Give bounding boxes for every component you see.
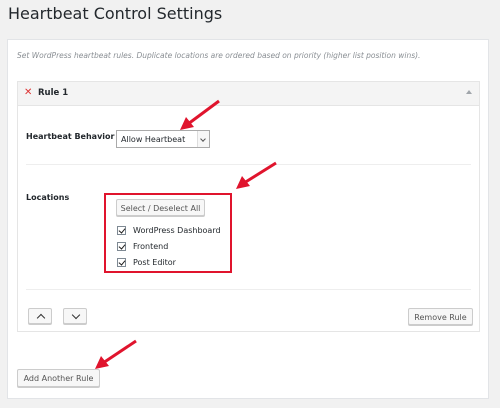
- page-title: Heartbeat Control Settings: [8, 4, 223, 23]
- settings-panel: Set WordPress heartbeat rules. Duplicate…: [7, 39, 489, 399]
- collapse-caret-icon[interactable]: [466, 90, 472, 94]
- chevron-down-icon: [71, 310, 81, 320]
- locations-label: Locations: [26, 193, 70, 202]
- move-down-button[interactable]: [63, 308, 87, 324]
- dropdown-arrow-icon[interactable]: [197, 131, 209, 147]
- close-icon[interactable]: ✕: [24, 87, 32, 98]
- heartbeat-behavior-select[interactable]: Allow Heartbeat: [116, 130, 210, 148]
- heartbeat-behavior-label: Heartbeat Behavior: [26, 132, 115, 141]
- remove-rule-label: Remove Rule: [414, 313, 467, 322]
- move-up-button[interactable]: [28, 308, 52, 324]
- rule-title: Rule 1: [38, 88, 69, 98]
- divider: [26, 289, 471, 290]
- remove-rule-button[interactable]: Remove Rule: [408, 308, 473, 325]
- page-description: Set WordPress heartbeat rules. Duplicate…: [17, 51, 421, 60]
- heartbeat-behavior-value: Allow Heartbeat: [121, 135, 186, 144]
- add-another-rule-button[interactable]: Add Another Rule: [17, 369, 100, 387]
- rule-header[interactable]: ✕ Rule 1: [18, 82, 479, 106]
- divider: [26, 164, 471, 165]
- chevron-up-icon: [36, 313, 46, 323]
- rule-card: ✕ Rule 1 Heartbeat Behavior Locations Se…: [17, 81, 480, 332]
- annotation-highlight-box: [104, 193, 232, 273]
- add-another-rule-label: Add Another Rule: [23, 374, 94, 383]
